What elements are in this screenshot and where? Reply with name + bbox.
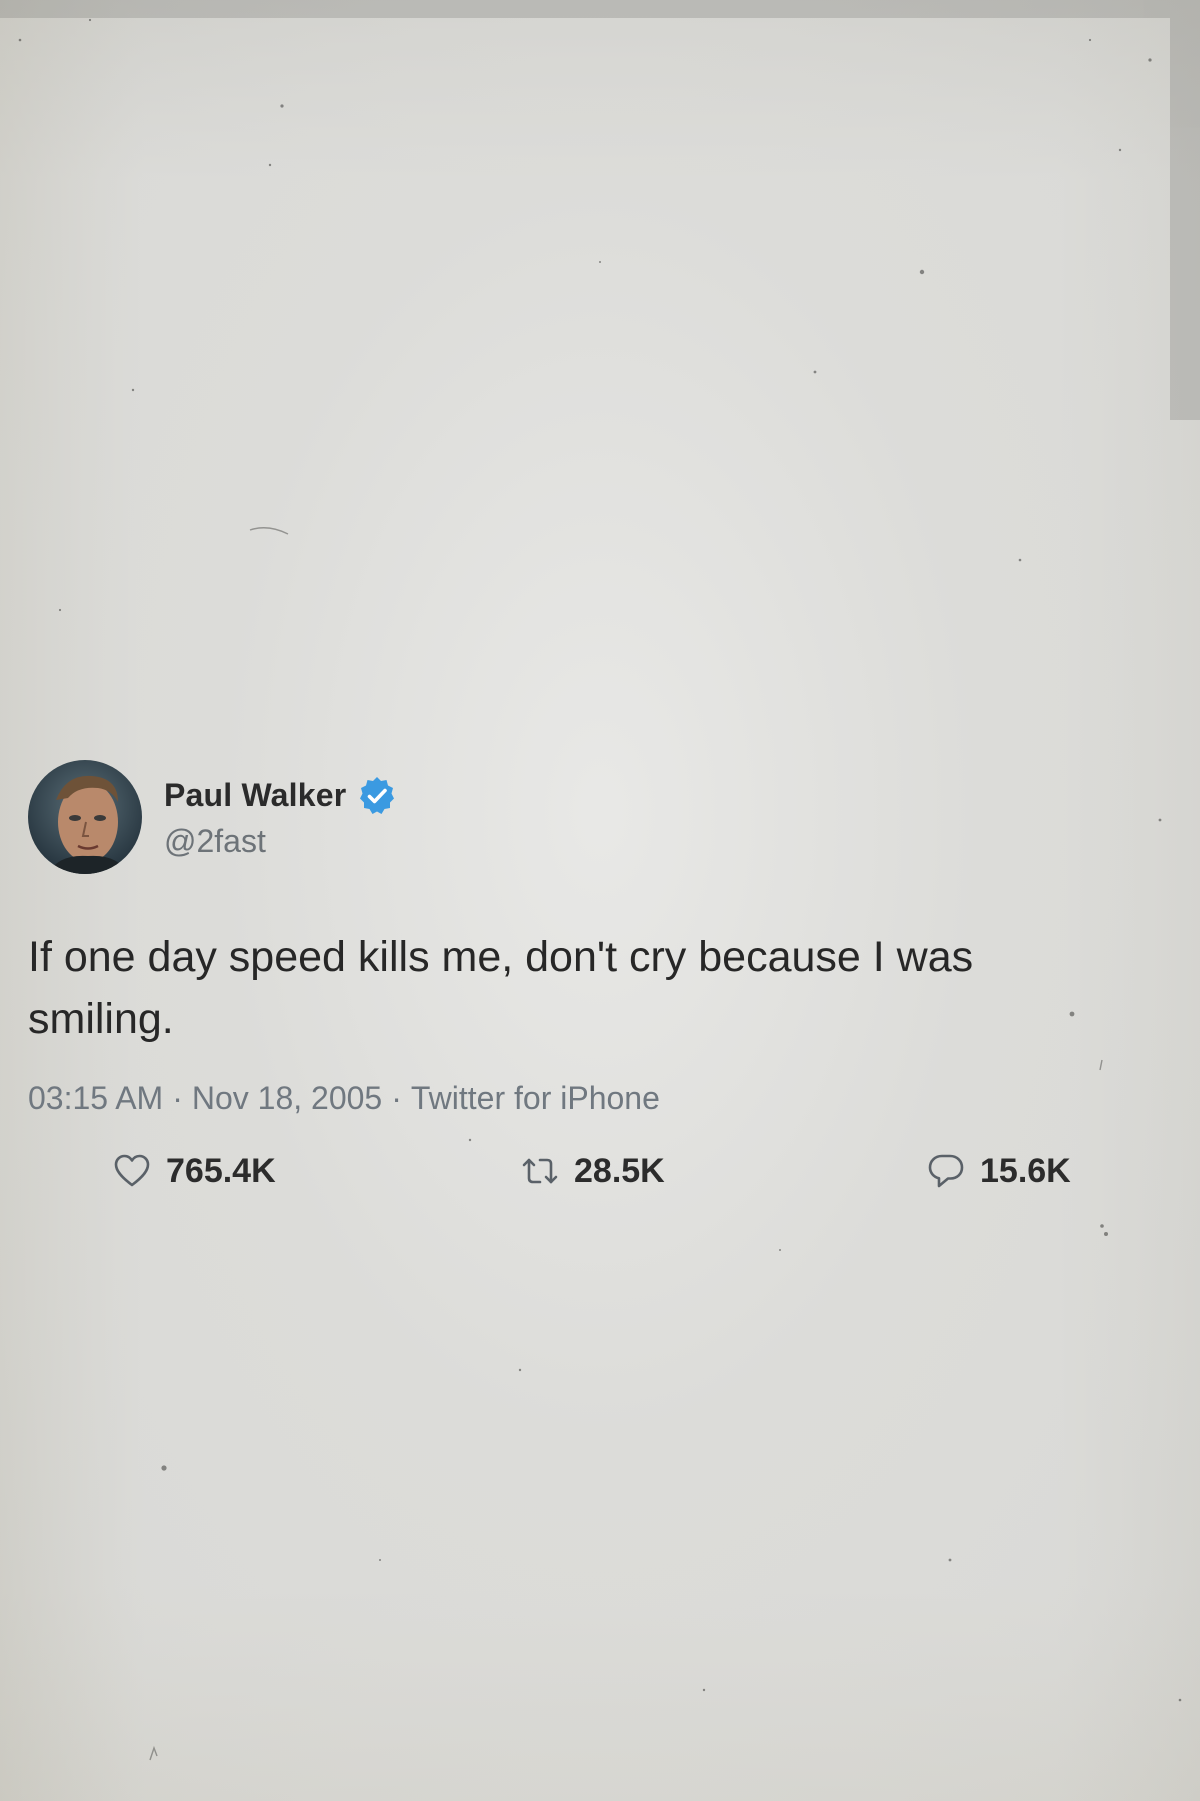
meta-separator: · [391,1080,402,1116]
tweet-text: If one day speed kills me, don't cry bec… [28,933,974,1043]
tweet-date[interactable]: Nov 18, 2005 [192,1080,382,1117]
reply-icon[interactable] [926,1151,966,1191]
name-row: Paul Walker [164,775,398,817]
author-block: Paul Walker @2fast [164,775,398,860]
tweet-card: Paul Walker @2fast If one day speed kill… [28,760,1128,1201]
tweet-time[interactable]: 03:15 AM [28,1080,163,1117]
avatar[interactable] [28,760,142,874]
likes-count: 765.4K [166,1151,276,1190]
user-handle[interactable]: @2fast [164,823,398,860]
avatar-image [28,760,142,874]
verified-badge-icon [356,775,398,817]
tweet-header: Paul Walker @2fast [28,760,1128,874]
replies-stat[interactable]: 15.6K [926,1141,1071,1201]
tweet-source[interactable]: Twitter for iPhone [411,1080,660,1117]
display-name[interactable]: Paul Walker [164,777,346,814]
replies-count: 15.6K [980,1151,1071,1190]
retweets-stat[interactable]: 28.5K [520,1141,665,1201]
tweet-meta: 03:15 AM · Nov 18, 2005 · Twitter for iP… [28,1080,1128,1117]
heart-icon[interactable] [112,1151,152,1191]
tweet-stats: 765.4K 28.5K 15.6K [28,1141,1128,1201]
likes-stat[interactable]: 765.4K [112,1141,276,1201]
retweets-count: 28.5K [574,1151,665,1190]
meta-separator: · [172,1080,183,1116]
retweet-icon[interactable] [520,1151,560,1191]
